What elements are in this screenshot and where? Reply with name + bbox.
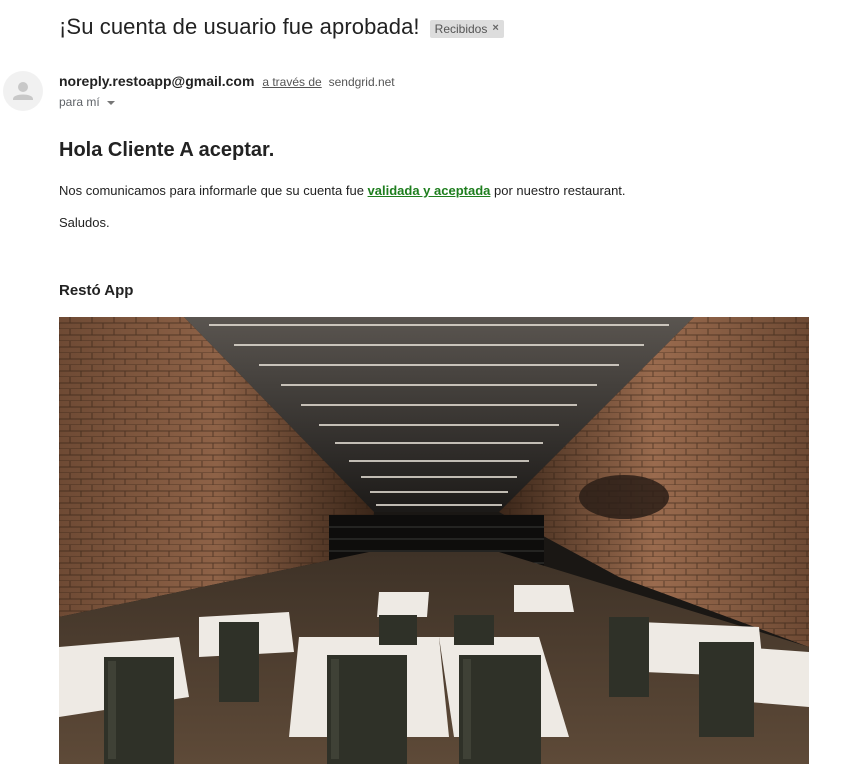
greeting-heading: Hola Cliente A aceptar. bbox=[59, 139, 275, 161]
paragraph-text-before: Nos comunicamos para informarle que su c… bbox=[59, 183, 368, 198]
via-domain: sendgrid.net bbox=[328, 75, 395, 89]
sender-avatar[interactable] bbox=[3, 71, 43, 111]
chevron-down-icon[interactable] bbox=[106, 100, 115, 105]
sender-line: noreply.restoapp@gmail.com a través de s… bbox=[59, 73, 395, 89]
recipient-line: para mí bbox=[59, 95, 115, 109]
recipient-text: para mí bbox=[59, 95, 100, 109]
close-icon[interactable]: × bbox=[492, 23, 498, 34]
restaurant-photo bbox=[59, 317, 809, 764]
sender-email[interactable]: noreply.restoapp@gmail.com bbox=[59, 73, 254, 89]
closing-text: Saludos. bbox=[59, 215, 110, 230]
paragraph-text-after: por nuestro restaurant. bbox=[490, 183, 626, 198]
via-link[interactable]: a través de bbox=[262, 75, 321, 89]
email-subject: ¡Su cuenta de usuario fue aprobada! bbox=[59, 14, 420, 39]
validation-link[interactable]: validada y aceptada bbox=[368, 183, 491, 198]
message-paragraph: Nos comunicamos para informarle que su c… bbox=[59, 183, 626, 198]
signature: Restó App bbox=[59, 282, 134, 299]
email-header: ¡Su cuenta de usuario fue aprobada! Reci… bbox=[59, 14, 504, 40]
person-icon bbox=[13, 82, 33, 100]
inbox-label-chip[interactable]: Recibidos × bbox=[429, 19, 504, 38]
label-text: Recibidos bbox=[434, 21, 488, 36]
